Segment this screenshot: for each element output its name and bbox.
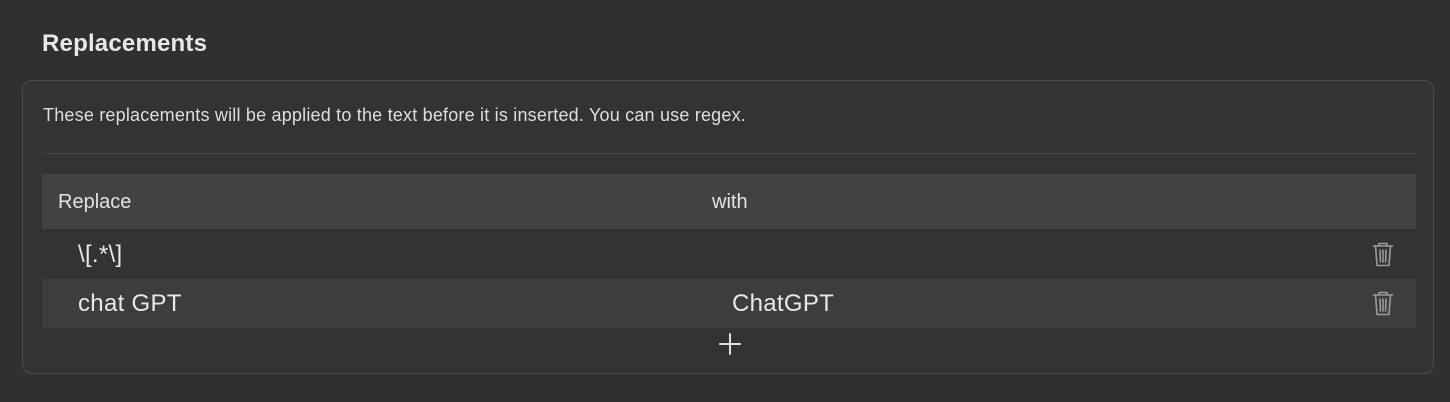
section-title: Replacements xyxy=(42,30,208,57)
trash-icon[interactable] xyxy=(1368,288,1398,318)
plus-icon[interactable] xyxy=(717,331,743,357)
panel-description: These replacements will be applied to th… xyxy=(43,105,747,125)
replace-cell[interactable]: \[.*\] xyxy=(78,241,122,269)
table-row[interactable]: chat GPT ChatGPT xyxy=(42,279,1416,328)
with-cell[interactable]: ChatGPT xyxy=(732,290,834,318)
column-header-with[interactable]: with xyxy=(712,191,748,214)
column-header-replace[interactable]: Replace xyxy=(58,191,131,214)
replace-cell[interactable]: chat GPT xyxy=(78,290,182,318)
trash-icon[interactable] xyxy=(1368,239,1398,269)
table-header: Replace with xyxy=(42,174,1416,230)
table-row[interactable]: \[.*\] xyxy=(42,230,1416,279)
divider xyxy=(43,153,1416,154)
replacements-table: Replace with \[.*\] chat GPT ChatGPT xyxy=(42,174,1416,328)
replacements-panel: These replacements will be applied to th… xyxy=(22,80,1434,374)
